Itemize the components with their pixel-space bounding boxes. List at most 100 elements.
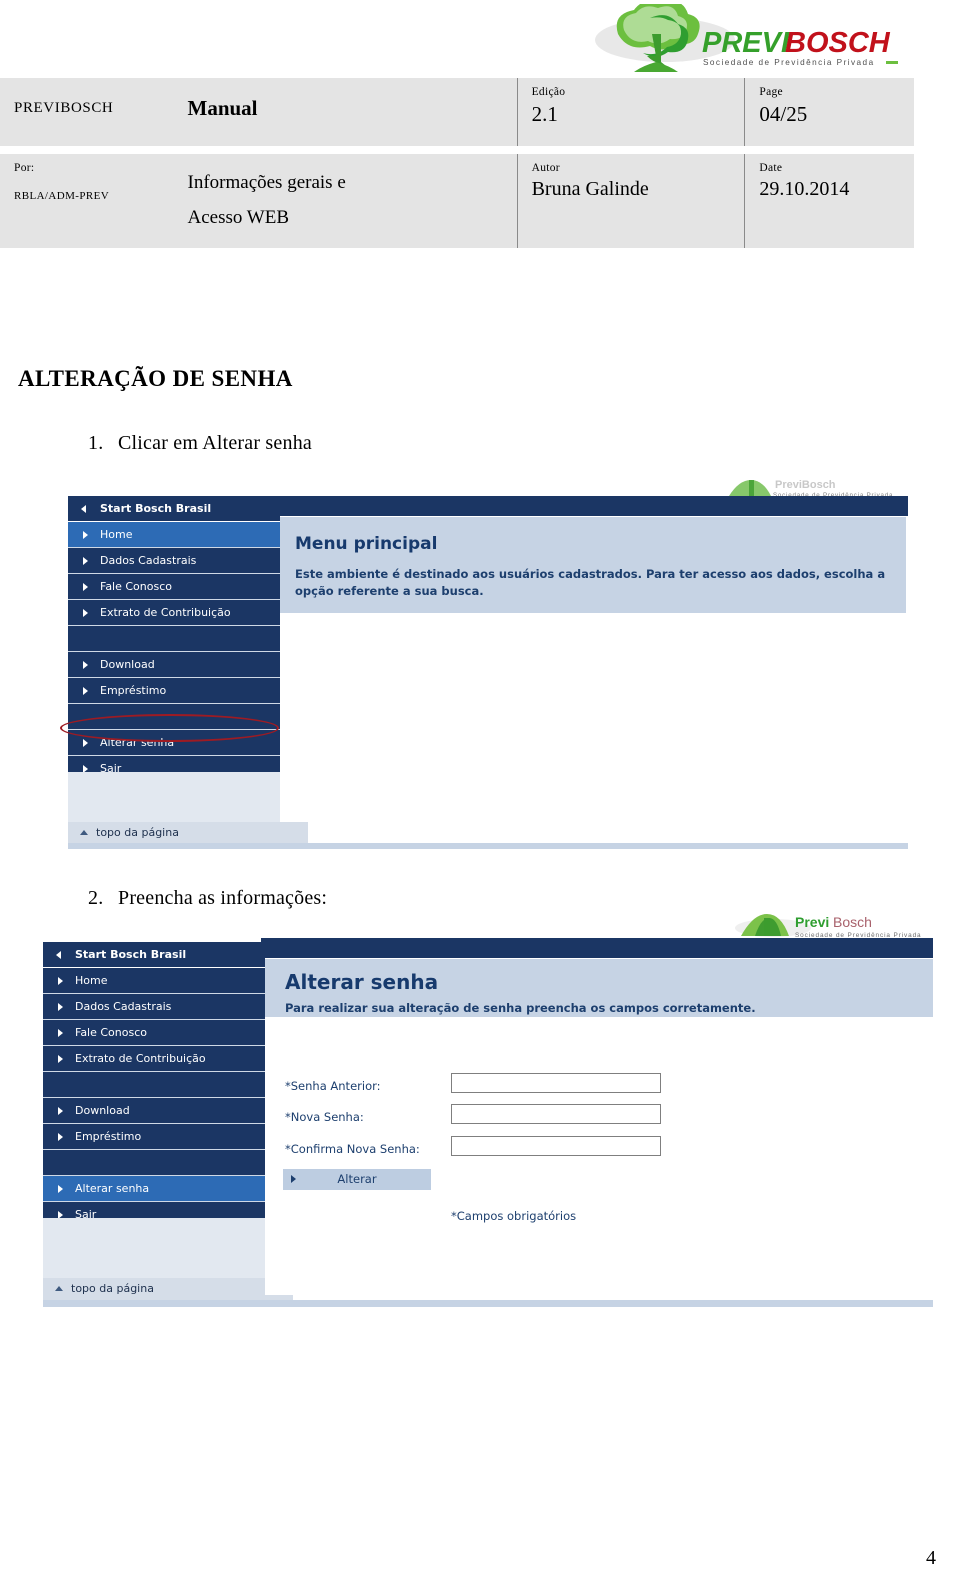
- alterar-button-label: Alterar: [337, 1172, 377, 1186]
- sidebar-item-label: Alterar senha: [75, 1182, 150, 1195]
- sidebar-item-dados-cadastrais[interactable]: Dados Cadastrais: [43, 994, 265, 1020]
- header-cell-edicao: Edição 2.1: [517, 78, 746, 146]
- shot2-back-to-top[interactable]: topo da página: [43, 1278, 293, 1300]
- sidebar-item-start-bosch-brasil[interactable]: Start Bosch Brasil: [43, 942, 265, 968]
- shot1-topbar: [278, 496, 908, 516]
- header-cell-page: Page 04/25: [745, 78, 914, 146]
- input-nova-senha[interactable]: [451, 1104, 661, 1124]
- shot2-logo-bosch: Bosch: [833, 914, 872, 930]
- screenshot-menu-principal: PreviBosch Sociedade de Previdência Priv…: [60, 479, 908, 852]
- sidebar-item-label: Dados Cadastrais: [100, 554, 197, 567]
- required-fields-note: *Campos obrigatórios: [451, 1209, 577, 1223]
- sidebar-item-label: Extrato de Contribuição: [100, 606, 231, 619]
- sidebar-item-label: Download: [100, 658, 155, 671]
- alterar-button[interactable]: Alterar: [283, 1169, 431, 1190]
- chevron-right-icon: [58, 1133, 63, 1141]
- screenshot-alterar-senha: Previ Bosch Sociedade de Previdência Pri…: [33, 912, 938, 1312]
- shot2-previbosch-logo: Previ Bosch Sociedade de Previdência Pri…: [733, 912, 938, 940]
- red-ellipse-annotation: [60, 714, 279, 742]
- label-senha-anterior: *Senha Anterior:: [285, 1079, 381, 1093]
- por-label: Por:: [14, 162, 35, 174]
- chevron-right-icon: [83, 609, 88, 617]
- por-value: RBLA/ADM-PREV: [14, 189, 110, 202]
- chevron-right-icon: [83, 557, 88, 565]
- sidebar-item-label: Dados Cadastrais: [75, 1000, 172, 1013]
- page-value: 04/25: [759, 101, 808, 126]
- sidebar-item-fale-conosco[interactable]: Fale Conosco: [68, 574, 280, 600]
- sidebar-item-extrato-de-contribuicao[interactable]: Extrato de Contribuição: [68, 600, 280, 626]
- chevron-right-icon: [58, 977, 63, 985]
- header-row-2: Por: RBLA/ADM-PREV Informações gerais e …: [0, 154, 914, 248]
- sidebar-item-home[interactable]: Home: [43, 968, 265, 994]
- sidebar-separator: [68, 626, 280, 652]
- edicao-label: Edição: [531, 86, 566, 98]
- header-cell-company: PREVIBOSCH: [0, 78, 174, 146]
- back-to-top-label: topo da página: [71, 1282, 154, 1295]
- shot2-content-paragraph: Para realizar sua alteração de senha pre…: [285, 1001, 756, 1015]
- autor-label: Autor: [531, 162, 560, 174]
- sidebar-item-label: Empréstimo: [100, 684, 167, 697]
- sidebar-item-start-bosch-brasil[interactable]: Start Bosch Brasil: [68, 496, 280, 522]
- shot1-sidebar-filler: [68, 772, 280, 822]
- header-cell-subject: Informações gerais e Acesso WEB: [173, 154, 518, 248]
- header-cell-por: Por: RBLA/ADM-PREV: [0, 154, 174, 248]
- sidebar-item-emprestimo[interactable]: Empréstimo: [68, 678, 280, 704]
- shot2-content-title: Alterar senha: [285, 970, 439, 994]
- sidebar-item-extrato-de-contribuicao[interactable]: Extrato de Contribuição: [43, 1046, 265, 1072]
- step-1-text: Clicar em Alterar senha: [118, 432, 312, 454]
- step-1: 1. Clicar em Alterar senha: [88, 432, 312, 455]
- chevron-right-icon: [83, 739, 88, 747]
- page-label: Page: [759, 86, 783, 98]
- sidebar-separator: [43, 1150, 265, 1176]
- step-1-number: 1.: [88, 432, 104, 454]
- subject-line-2: Acesso WEB: [187, 207, 290, 229]
- chevron-right-icon: [58, 1185, 63, 1193]
- sidebar-item-dados-cadastrais[interactable]: Dados Cadastrais: [68, 548, 280, 574]
- sidebar-item-label: Empréstimo: [75, 1130, 142, 1143]
- shot1-content-title: Menu principal: [295, 534, 438, 554]
- sidebar-item-label: Fale Conosco: [100, 580, 172, 593]
- shot2-sidebar: Start Bosch Brasil Home Dados Cadastrais…: [43, 942, 265, 1228]
- sidebar-item-label: Fale Conosco: [75, 1026, 147, 1039]
- shot1-back-to-top[interactable]: topo da página: [68, 822, 308, 843]
- chevron-left-icon: [81, 505, 86, 513]
- label-confirma-nova-senha: *Confirma Nova Senha:: [285, 1142, 420, 1156]
- chevron-right-icon: [58, 1029, 63, 1037]
- sidebar-item-label: Start Bosch Brasil: [75, 948, 187, 961]
- sidebar-item-label: Home: [100, 528, 133, 541]
- company-name: PREVIBOSCH: [14, 100, 114, 116]
- step-2: 2. Preencha as informações:: [88, 887, 327, 910]
- svg-text:PreviBosch: PreviBosch: [775, 479, 836, 491]
- document-header-table: PREVIBOSCH Manual Edição 2.1 Page 04/25 …: [0, 78, 914, 248]
- input-senha-anterior[interactable]: [451, 1073, 661, 1093]
- header-cell-doctype: Manual: [173, 78, 518, 146]
- subject-line-1: Informações gerais e: [187, 172, 346, 193]
- sidebar-item-download[interactable]: Download: [68, 652, 280, 678]
- header-row-spacer: [0, 146, 914, 154]
- shot2-topbar: [261, 938, 933, 958]
- chevron-right-icon: [83, 661, 88, 669]
- arrow-up-icon: [55, 1286, 63, 1291]
- sidebar-item-home[interactable]: Home: [68, 522, 280, 548]
- sidebar-item-download[interactable]: Download: [43, 1098, 265, 1124]
- sidebar-item-fale-conosco[interactable]: Fale Conosco: [43, 1020, 265, 1046]
- sidebar-item-alterar-senha[interactable]: Alterar senha: [43, 1176, 265, 1202]
- chevron-right-icon: [83, 583, 88, 591]
- shot1-bottom-strip: [68, 843, 908, 849]
- sidebar-item-emprestimo[interactable]: Empréstimo: [43, 1124, 265, 1150]
- page-title: ALTERAÇÃO DE SENHA: [18, 366, 293, 391]
- chevron-right-icon: [58, 1003, 63, 1011]
- arrow-up-icon: [80, 830, 88, 835]
- label-nova-senha: *Nova Senha:: [285, 1110, 364, 1124]
- shot2-bottom-strip: [43, 1300, 933, 1307]
- logo-text-previ: PREVI: [702, 27, 790, 59]
- step-2-text: Preencha as informações:: [118, 887, 328, 909]
- logo-tagline: Sociedade de Previdência Privada: [703, 58, 875, 67]
- page-number: 4: [926, 1547, 936, 1569]
- date-label: Date: [759, 162, 783, 174]
- input-confirma-nova-senha[interactable]: [451, 1136, 661, 1156]
- sidebar-item-label: Start Bosch Brasil: [100, 502, 212, 515]
- chevron-left-icon: [56, 951, 61, 959]
- sidebar-item-label: Download: [75, 1104, 130, 1117]
- chevron-right-icon: [83, 531, 88, 539]
